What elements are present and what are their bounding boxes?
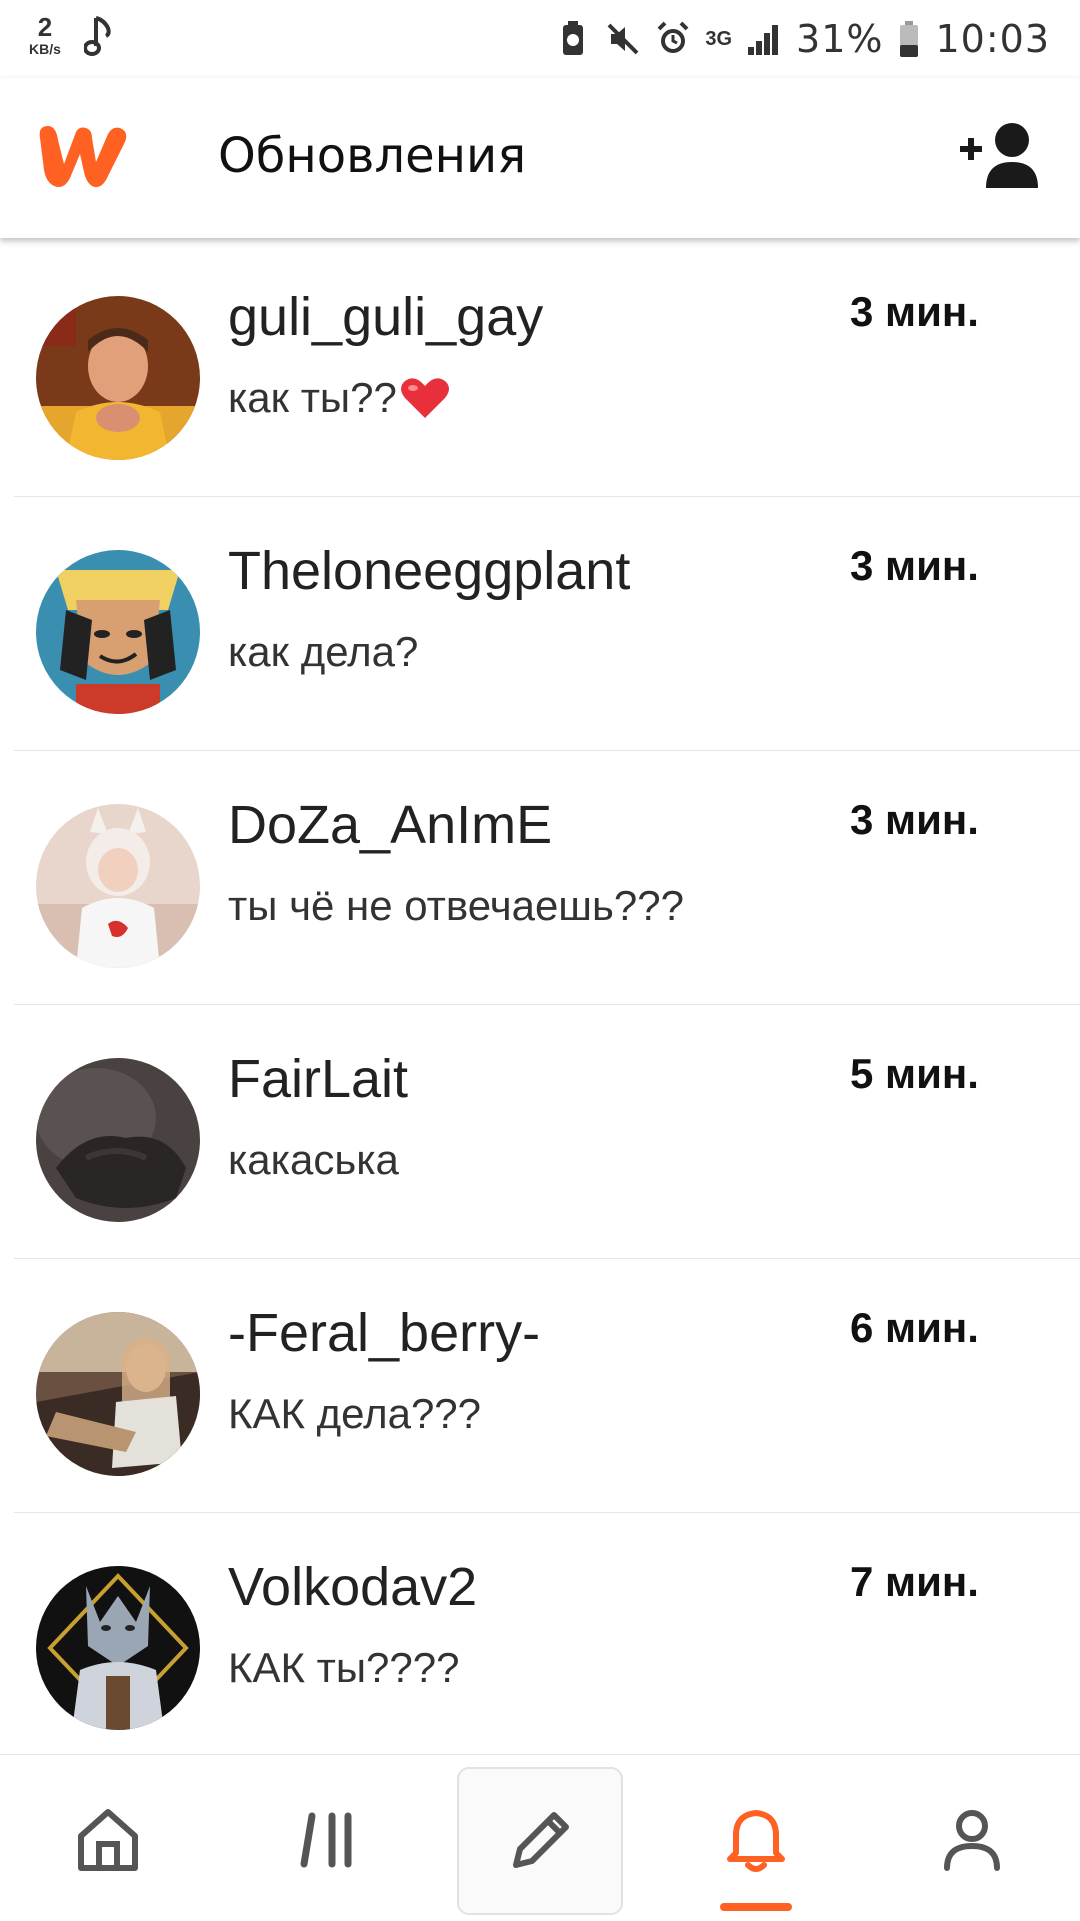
battery-icon [900, 21, 919, 57]
message-time: 6 мин. [850, 1304, 979, 1351]
heart-icon [400, 378, 449, 418]
message-time: 5 мин. [850, 1050, 979, 1097]
message-text: КАК ты???? [228, 1644, 459, 1692]
message-text-content: какаська [228, 1136, 399, 1183]
nav-home[interactable] [33, 1779, 183, 1899]
mute-icon [607, 23, 639, 55]
message-time: 3 мин. [850, 796, 979, 843]
app-header: Обновления [0, 78, 1080, 238]
home-icon [78, 1809, 138, 1871]
network-speed-unit: KB/s [29, 41, 61, 57]
message-item[interactable]: FairLait какаська 5 мин. [0, 1004, 1080, 1258]
message-item[interactable]: guli_guli_gay как ты?? 3 мин. [0, 242, 1080, 496]
message-text: КАК дела??? [228, 1390, 481, 1438]
avatar[interactable] [36, 1566, 200, 1730]
message-time: 3 мин. [850, 288, 979, 335]
message-text-content: как ты?? [228, 374, 397, 421]
message-time: 3 мин. [850, 542, 979, 589]
nav-notifications[interactable] [681, 1779, 831, 1899]
message-item[interactable]: Theloneeggplant как дела? 3 мин. [0, 496, 1080, 750]
alarm-icon [657, 21, 689, 53]
message-username: FairLait [228, 1049, 409, 1109]
network-type: 3G [705, 28, 733, 50]
message-item[interactable]: DoZa_AnImE ты чё не отвечаешь??? 3 мин. [0, 750, 1080, 1004]
wattpad-logo[interactable] [34, 118, 134, 192]
message-text: как ты?? [228, 374, 451, 422]
status-icons: 3G 31% 10:03 [555, 12, 1050, 66]
avatar[interactable] [36, 550, 200, 714]
network-speed: 2 KB/s [22, 14, 68, 56]
page-title: Обновления [218, 128, 527, 184]
message-time: 7 мин. [850, 1558, 979, 1605]
message-item[interactable]: Volkodav2 КАК ты???? 7 мин. [0, 1512, 1080, 1754]
profile-icon [944, 1810, 1000, 1871]
message-username: Theloneeggplant [228, 541, 631, 601]
avatar[interactable] [36, 296, 200, 460]
message-text-content: КАК дела??? [228, 1390, 482, 1437]
nav-library[interactable] [252, 1779, 402, 1899]
message-text: как дела? [228, 628, 418, 676]
message-text-content: как дела? [228, 628, 419, 675]
status-bar: 2 KB/s 3G 31% 10:03 [0, 0, 1080, 78]
nav-profile[interactable] [897, 1779, 1047, 1899]
avatar[interactable] [36, 804, 200, 968]
message-username: Volkodav2 [228, 1557, 478, 1617]
message-list: guli_guli_gay как ты?? 3 мин. Theloneegg… [0, 242, 1080, 1754]
battery-percent: 31% [796, 17, 884, 61]
clean-icon [563, 21, 584, 55]
message-username: -Feral_berry- [228, 1303, 541, 1363]
message-text: ты чё не отвечаешь??? [228, 882, 684, 930]
message-username: guli_guli_gay [228, 287, 544, 347]
bottom-navigation [0, 1754, 1080, 1921]
avatar[interactable] [36, 1058, 200, 1222]
message-text-content: КАК ты???? [228, 1644, 460, 1691]
write-icon [513, 1812, 569, 1868]
active-tab-indicator [720, 1903, 792, 1911]
nav-write[interactable] [457, 1767, 623, 1915]
message-username: DoZa_AnImE [228, 795, 553, 855]
avatar[interactable] [36, 1312, 200, 1476]
message-text: какаська [228, 1136, 399, 1184]
library-icon [300, 1812, 352, 1868]
message-item[interactable]: -Feral_berry- КАК дела??? 6 мин. [0, 1258, 1080, 1512]
network-speed-value: 2 [37, 12, 53, 42]
music-note-icon [84, 16, 111, 56]
add-friend-icon[interactable] [958, 118, 1044, 198]
notifications-icon [727, 1810, 785, 1872]
clock: 10:03 [935, 17, 1050, 61]
message-text-content: ты чё не отвечаешь??? [228, 882, 684, 929]
signal-icon [748, 25, 779, 55]
